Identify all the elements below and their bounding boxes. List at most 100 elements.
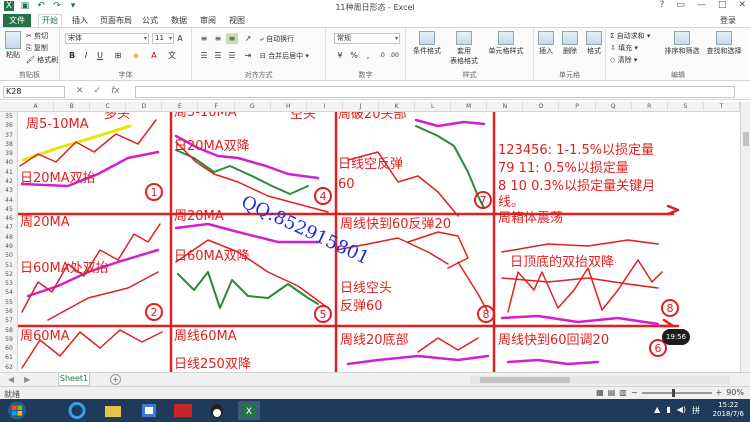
increase-decimal-icon[interactable]: .0	[376, 50, 388, 61]
zoom-slider[interactable]	[641, 388, 712, 397]
row-header[interactable]: 52	[0, 270, 18, 279]
bold-icon[interactable]: B	[66, 50, 78, 61]
orientation-icon[interactable]: ↗	[242, 33, 254, 44]
fill-button[interactable]: ⇩ 填充 ▾	[610, 43, 638, 53]
row-header[interactable]: 35	[0, 112, 18, 121]
column-header[interactable]: D	[126, 102, 163, 112]
column-header[interactable]: Q	[596, 102, 632, 112]
column-header[interactable]: A	[18, 102, 55, 112]
zoom-knob[interactable]	[671, 388, 675, 397]
clear-button[interactable]: ◇ 清除 ▾	[610, 55, 637, 65]
row-header[interactable]: 58	[0, 326, 18, 335]
tab-page-layout[interactable]: 页面布局	[100, 15, 132, 26]
row-header[interactable]: 47	[0, 223, 18, 232]
align-middle-icon[interactable]: ≡	[212, 33, 224, 44]
row-header[interactable]: 39	[0, 149, 18, 158]
percent-icon[interactable]: %	[348, 50, 360, 61]
stock-app-icon[interactable]	[172, 401, 194, 420]
comma-icon[interactable]: ,	[362, 50, 374, 61]
insert-cells-button[interactable]: 插入	[534, 31, 558, 56]
row-header[interactable]: 60	[0, 344, 18, 353]
horizontal-scrollbar[interactable]	[470, 376, 730, 384]
column-header[interactable]: S	[668, 102, 704, 112]
format-as-table-button[interactable]: 套用 表格格式	[448, 31, 480, 66]
zoom-out-icon[interactable]: −	[631, 388, 638, 397]
column-header[interactable]: T	[704, 102, 740, 112]
input-method-icon[interactable]: 拼	[692, 405, 700, 416]
number-format-select[interactable]: 常规 ▾	[334, 33, 400, 44]
italic-icon[interactable]: I	[80, 50, 92, 61]
tab-insert[interactable]: 插入	[72, 15, 88, 26]
file-explorer-icon[interactable]	[102, 401, 124, 420]
volume-icon[interactable]: ◀)	[677, 405, 686, 416]
row-header[interactable]: 48	[0, 233, 18, 242]
align-bottom-icon[interactable]: ≡	[226, 33, 238, 44]
page-break-icon[interactable]: ▥	[619, 388, 627, 397]
column-header[interactable]: M	[451, 102, 488, 112]
page-layout-icon[interactable]: ▤	[608, 388, 616, 397]
row-header[interactable]: 36	[0, 121, 18, 130]
column-header[interactable]: N	[487, 102, 524, 112]
sort-filter-button[interactable]: 排序和筛选	[662, 31, 702, 56]
copy-button[interactable]: ⎘ 复制	[26, 43, 48, 53]
tab-data[interactable]: 数据	[171, 15, 187, 26]
close-icon[interactable]: ✕	[738, 0, 746, 10]
column-header[interactable]: C	[90, 102, 127, 112]
column-header[interactable]: J	[343, 102, 379, 112]
cell-styles-button[interactable]: 单元格样式	[482, 31, 530, 56]
align-center-icon[interactable]: ☰	[212, 50, 224, 61]
underline-icon[interactable]: U	[94, 50, 106, 61]
tab-formulas[interactable]: 公式	[142, 15, 158, 26]
column-header[interactable]: F	[199, 102, 235, 112]
normal-view-icon[interactable]: ▦	[596, 388, 604, 397]
prev-sheet-icon[interactable]: ◀	[8, 375, 14, 384]
wrap-text-button[interactable]: ⤶ 自动换行	[260, 34, 294, 44]
row-header[interactable]: 49	[0, 242, 18, 251]
row-header[interactable]: 50	[0, 251, 18, 260]
row-header[interactable]: 55	[0, 298, 18, 307]
zoom-in-icon[interactable]: +	[716, 388, 723, 397]
cut-button[interactable]: ✂ 剪切	[26, 31, 48, 41]
zoom-level[interactable]: 90%	[726, 388, 744, 397]
row-header[interactable]: 51	[0, 261, 18, 270]
border-icon[interactable]: ⊞	[112, 50, 124, 61]
sheet-tab-sheet1[interactable]: Sheet1	[58, 373, 90, 386]
find-select-button[interactable]: 查找和选择	[704, 31, 744, 56]
excel-taskbar-icon[interactable]: X	[238, 401, 260, 420]
tab-file[interactable]: 文件	[3, 14, 31, 27]
tray-up-icon[interactable]: ▲	[654, 405, 660, 416]
font-name-select[interactable]: 宋体 ▾	[65, 33, 149, 44]
font-size-select[interactable]: 11 ▾	[152, 33, 174, 44]
tab-view[interactable]: 视图	[229, 15, 245, 26]
conditional-format-button[interactable]: 条件格式	[408, 31, 446, 56]
column-header[interactable]: G	[235, 102, 271, 112]
autosum-button[interactable]: Σ 自动求和 ▾	[610, 31, 650, 41]
formula-input[interactable]	[135, 86, 735, 98]
column-header[interactable]: E	[162, 102, 199, 112]
indent-icon[interactable]: ⇥	[242, 50, 254, 61]
row-header[interactable]: 54	[0, 288, 18, 297]
row-header[interactable]: 42	[0, 177, 18, 186]
increase-font-icon[interactable]: A	[174, 33, 186, 44]
ie-icon[interactable]	[66, 401, 88, 420]
scroll-thumb[interactable]	[480, 377, 570, 383]
network-icon[interactable]: ▮	[666, 405, 670, 416]
row-header[interactable]: 53	[0, 279, 18, 288]
phonetic-icon[interactable]: 文	[166, 50, 178, 61]
decrease-decimal-icon[interactable]: .00	[388, 50, 400, 61]
align-top-icon[interactable]: ≡	[198, 33, 210, 44]
paste-button[interactable]: 粘贴	[2, 31, 24, 60]
column-header[interactable]: L	[415, 102, 452, 112]
windows-start-icon[interactable]	[6, 401, 28, 420]
column-header[interactable]: I	[307, 102, 343, 112]
row-header[interactable]: 59	[0, 335, 18, 344]
align-right-icon[interactable]: ☰	[226, 50, 238, 61]
merge-center-button[interactable]: ⊟ 合并后居中 ▾	[260, 51, 309, 61]
column-header[interactable]: R	[632, 102, 668, 112]
column-header[interactable]: K	[379, 102, 416, 112]
help-icon[interactable]: ?	[660, 0, 665, 10]
ribbon-options-icon[interactable]: ▭	[676, 0, 685, 10]
currency-icon[interactable]: ¥	[334, 50, 346, 61]
align-left-icon[interactable]: ☰	[198, 50, 210, 61]
format-painter-button[interactable]: 🖌 格式刷	[26, 55, 58, 65]
